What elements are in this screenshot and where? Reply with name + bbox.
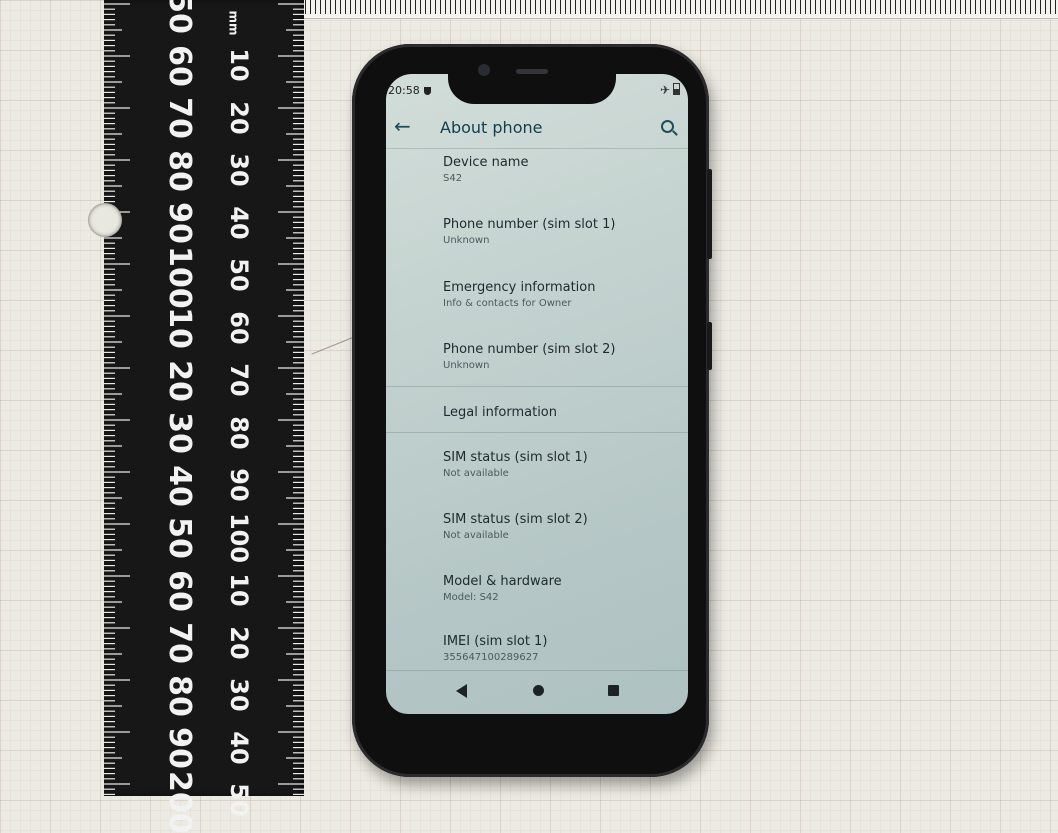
airplane-mode-icon: ✈ — [659, 83, 670, 97]
ruler-label: 20 — [162, 359, 197, 402]
ruler-label: 100 — [225, 512, 253, 563]
item-subtitle: Unknown — [443, 360, 490, 371]
ruler-ticks — [104, 3, 304, 796]
ruler-label: 70 — [162, 622, 197, 664]
settings-item-phone-number-1[interactable]: Phone number (sim slot 1) Unknown — [443, 217, 683, 246]
ruler-label: 90 — [225, 468, 253, 502]
page-title: About phone — [440, 118, 543, 137]
item-subtitle: Info & contacts for Owner — [443, 298, 572, 309]
ruler-label: 70 — [162, 97, 197, 139]
ruler-unit-label: mm — [226, 10, 241, 36]
status-icons: ✈ — [660, 83, 680, 97]
search-icon[interactable] — [661, 120, 674, 133]
divider — [386, 386, 688, 387]
navigation-bar — [386, 672, 688, 714]
volume-button — [707, 169, 712, 259]
ruler-label: 10 — [162, 307, 197, 349]
nav-recents-icon[interactable] — [608, 685, 619, 696]
ruler-label: 40 — [225, 730, 253, 765]
ruler-label: 50 — [162, 517, 197, 559]
settings-item-model-hardware[interactable]: Model & hardware Model: S42 — [443, 574, 683, 603]
item-title: Emergency information — [443, 280, 596, 295]
front-camera — [478, 64, 490, 76]
item-title: IMEI (sim slot 1) — [443, 634, 548, 649]
item-title: Device name — [443, 155, 529, 170]
ruler-label: 80 — [225, 415, 253, 450]
ruler-label: 30 — [225, 153, 253, 187]
item-subtitle: S42 — [443, 173, 463, 184]
screen-notch — [448, 60, 616, 104]
ruler-label: 30 — [162, 412, 197, 454]
item-title: SIM status (sim slot 1) — [443, 450, 588, 465]
top-ruler — [300, 0, 1058, 19]
nav-back-icon[interactable] — [456, 684, 467, 698]
nav-home-icon[interactable] — [533, 685, 544, 696]
ruler-label: 60 — [162, 569, 197, 612]
ruler-label: 10 — [225, 48, 253, 82]
status-time: 20:58 — [388, 84, 420, 97]
ruler-label: 20 — [225, 625, 253, 660]
item-title: SIM status (sim slot 2) — [443, 512, 588, 527]
power-button — [707, 322, 712, 370]
item-subtitle: Not available — [443, 468, 509, 479]
ruler-label: 40 — [162, 464, 197, 507]
settings-item-emergency-info[interactable]: Emergency information Info & contacts fo… — [443, 280, 683, 309]
ruler-label: 70 — [225, 363, 253, 397]
settings-item-sim-status-1[interactable]: SIM status (sim slot 1) Not available — [443, 450, 683, 479]
arrow-left-icon[interactable]: ← — [394, 114, 411, 138]
divider — [386, 670, 688, 671]
cable-strand — [311, 336, 355, 355]
ruler-label: 30 — [225, 678, 253, 712]
item-title: Phone number (sim slot 1) — [443, 217, 616, 232]
item-subtitle: Model: S42 — [443, 592, 499, 603]
app-bar: ← About phone — [386, 112, 688, 149]
item-title: Phone number (sim slot 2) — [443, 342, 616, 357]
item-title: Model & hardware — [443, 574, 562, 589]
item-subtitle: Not available — [443, 530, 509, 541]
ruler-label: 50 — [225, 783, 253, 817]
measuring-ruler: mm 50 60 70 80 90 100 10 20 30 40 50 60 70 80 90 200 10… — [104, 0, 304, 833]
settings-item-sim-status-2[interactable]: SIM status (sim slot 2) Not available — [443, 512, 683, 541]
phone-screen: 20:58 ✈ ← About phone Device name S42 Ph… — [386, 74, 688, 714]
ruler-label: 100 — [162, 245, 197, 309]
settings-item-phone-number-2[interactable]: Phone number (sim slot 2) Unknown — [443, 342, 683, 371]
ruler-label: 80 — [162, 674, 197, 717]
ruler-label: 60 — [225, 310, 253, 345]
earpiece-speaker — [516, 69, 548, 74]
settings-item-legal-info[interactable]: Legal information — [443, 405, 683, 420]
ruler-label: 40 — [225, 205, 253, 240]
ruler-label: 10 — [225, 573, 253, 607]
ruler-label: 50 — [225, 258, 253, 292]
ruler-label: 20 — [225, 100, 253, 135]
settings-item-imei-1[interactable]: IMEI (sim slot 1) 355647100289627 — [443, 634, 683, 663]
notification-icon — [424, 87, 431, 95]
ruler-label: 60 — [162, 44, 197, 87]
divider — [386, 432, 688, 433]
ruler-label: 90 — [162, 727, 197, 769]
ruler-hole — [88, 203, 122, 237]
ruler-label: 90 — [162, 202, 197, 244]
battery-icon — [673, 83, 680, 95]
item-title: Legal information — [443, 405, 558, 420]
item-subtitle: Unknown — [443, 235, 490, 246]
item-subtitle: 355647100289627 — [443, 652, 539, 663]
ruler-label: 200 — [162, 770, 197, 833]
settings-item-device-name[interactable]: Device name S42 — [443, 155, 683, 184]
ruler-label: 80 — [162, 149, 197, 192]
